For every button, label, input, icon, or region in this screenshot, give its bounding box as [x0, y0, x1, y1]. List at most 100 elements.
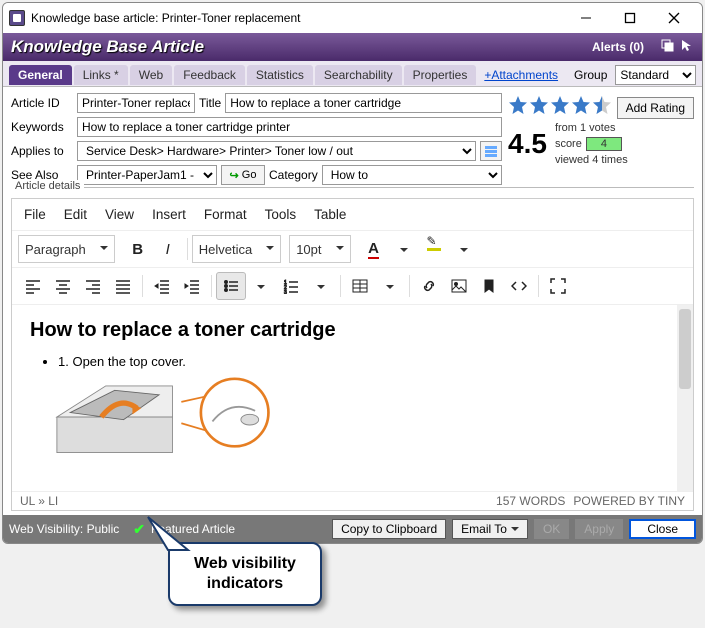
window-title: Knowledge base article: Printer-Toner re… [31, 11, 564, 25]
font-size-select[interactable]: 10pt [289, 235, 350, 263]
apply-button: Apply [575, 519, 623, 539]
bullet-list-dropdown[interactable] [246, 272, 276, 300]
menu-tools[interactable]: Tools [265, 207, 297, 222]
tab-properties[interactable]: Properties [404, 65, 477, 85]
tab-web[interactable]: Web [130, 65, 172, 85]
app-window: Knowledge base article: Printer-Toner re… [2, 2, 703, 544]
applies-label: Applies to [11, 144, 73, 158]
star-rating [508, 95, 612, 120]
web-visibility-label: Web Visibility: Public [9, 522, 119, 536]
font-family-select[interactable]: Helvetica [192, 235, 281, 263]
callout-line1: Web visibility [194, 554, 296, 574]
copy-clipboard-button[interactable]: Copy to Clipboard [332, 519, 446, 539]
titlebar: Knowledge base article: Printer-Toner re… [3, 3, 702, 33]
form-area: Article ID Title Keywords Applies to Ser… [3, 87, 702, 187]
align-center-button[interactable] [48, 272, 78, 300]
alerts-link[interactable]: Alerts (0) [592, 40, 644, 54]
code-button[interactable] [504, 272, 534, 300]
content-heading: How to replace a toner cartridge [30, 319, 675, 342]
minimize-button[interactable] [564, 4, 608, 32]
bullet-list-button[interactable] [216, 272, 246, 300]
group-label: Group [574, 68, 607, 82]
callout-annotation: Web visibility indicators [168, 542, 322, 606]
align-left-button[interactable] [18, 272, 48, 300]
text-color-button[interactable]: A [359, 235, 389, 263]
article-details-fieldset: Article details [11, 187, 694, 188]
menu-insert[interactable]: Insert [152, 207, 186, 222]
header-band: Knowledge Base Article Alerts (0) [3, 33, 702, 61]
menu-file[interactable]: File [24, 207, 46, 222]
word-count: 157 WORDS [496, 494, 565, 508]
star-icon [571, 95, 591, 120]
text-color-dropdown[interactable] [389, 235, 419, 263]
category-label: Category [269, 168, 318, 182]
bottom-bar: Web Visibility: Public ✔ Featured Articl… [3, 515, 702, 543]
editor-scrollbar[interactable] [677, 305, 693, 491]
align-justify-button[interactable] [108, 272, 138, 300]
tab-searchability[interactable]: Searchability [315, 65, 402, 85]
align-right-button[interactable] [78, 272, 108, 300]
star-icon [529, 95, 549, 120]
editor-content[interactable]: How to replace a toner cartridge 1. Open… [12, 305, 693, 491]
applies-browse-button[interactable] [480, 141, 502, 161]
menu-table[interactable]: Table [314, 207, 346, 222]
article-id-input[interactable] [77, 93, 195, 113]
bookmark-button[interactable] [474, 272, 504, 300]
powered-by: POWERED BY TINY [573, 494, 685, 508]
editor-toolbar-2: 123 [12, 268, 693, 305]
element-path[interactable]: UL » LI [20, 494, 496, 508]
app-icon [9, 10, 25, 26]
seealso-select[interactable]: Printer-PaperJam1 - Fix [77, 165, 217, 185]
tab-bar: General Links * Web Feedback Statistics … [3, 61, 702, 87]
tab-links[interactable]: Links * [74, 65, 128, 85]
indent-button[interactable] [177, 272, 207, 300]
keywords-label: Keywords [11, 120, 73, 134]
title-input[interactable] [225, 93, 502, 113]
svg-text:3: 3 [284, 290, 287, 294]
rich-text-editor: File Edit View Insert Format Tools Table… [11, 198, 694, 511]
rating-panel: Add Rating 4.5 from 1 votes score 4 view… [508, 93, 694, 185]
keywords-input[interactable] [77, 117, 502, 137]
menu-view[interactable]: View [105, 207, 134, 222]
email-to-select[interactable]: Email To [452, 519, 528, 539]
table-dropdown[interactable] [375, 272, 405, 300]
close-dialog-button[interactable]: Close [629, 519, 696, 539]
fullscreen-button[interactable] [543, 272, 573, 300]
highlight-button[interactable] [419, 235, 449, 263]
tab-attachments[interactable]: +Attachments [478, 65, 564, 85]
close-button[interactable] [652, 4, 696, 32]
go-button[interactable]: ↪Go [221, 165, 265, 185]
tab-feedback[interactable]: Feedback [174, 65, 245, 85]
header-title: Knowledge Base Article [11, 37, 592, 57]
block-format-select[interactable]: Paragraph [18, 235, 115, 263]
tab-general[interactable]: General [9, 65, 72, 85]
article-id-label: Article ID [11, 96, 73, 110]
numbered-list-dropdown[interactable] [306, 272, 336, 300]
category-select[interactable]: How to [322, 165, 502, 185]
copy-icon[interactable] [660, 38, 674, 57]
add-rating-button[interactable]: Add Rating [617, 97, 694, 119]
ok-button: OK [534, 519, 569, 539]
maximize-button[interactable] [608, 4, 652, 32]
table-button[interactable] [345, 272, 375, 300]
score-label: score [555, 138, 582, 150]
cursor-icon[interactable] [680, 38, 694, 57]
outdent-button[interactable] [147, 272, 177, 300]
highlight-dropdown[interactable] [449, 235, 479, 263]
bold-button[interactable]: B [123, 235, 153, 263]
editor-toolbar-1: Paragraph B I Helvetica 10pt A [12, 231, 693, 268]
tab-statistics[interactable]: Statistics [247, 65, 313, 85]
applies-select[interactable]: Service Desk> Hardware> Printer> Toner l… [77, 141, 476, 161]
image-button[interactable] [444, 272, 474, 300]
link-button[interactable] [414, 272, 444, 300]
italic-button[interactable]: I [153, 235, 183, 263]
menu-edit[interactable]: Edit [64, 207, 87, 222]
numbered-list-button[interactable]: 123 [276, 272, 306, 300]
editor-statusbar: UL » LI 157 WORDS POWERED BY TINY [12, 491, 693, 510]
menu-format[interactable]: Format [204, 207, 247, 222]
printer-illustration [38, 377, 298, 457]
group-select[interactable]: Standard [615, 65, 696, 85]
rating-votes: from 1 votes [555, 122, 628, 134]
star-half-icon [592, 95, 612, 120]
score-badge: 4 [586, 137, 622, 151]
